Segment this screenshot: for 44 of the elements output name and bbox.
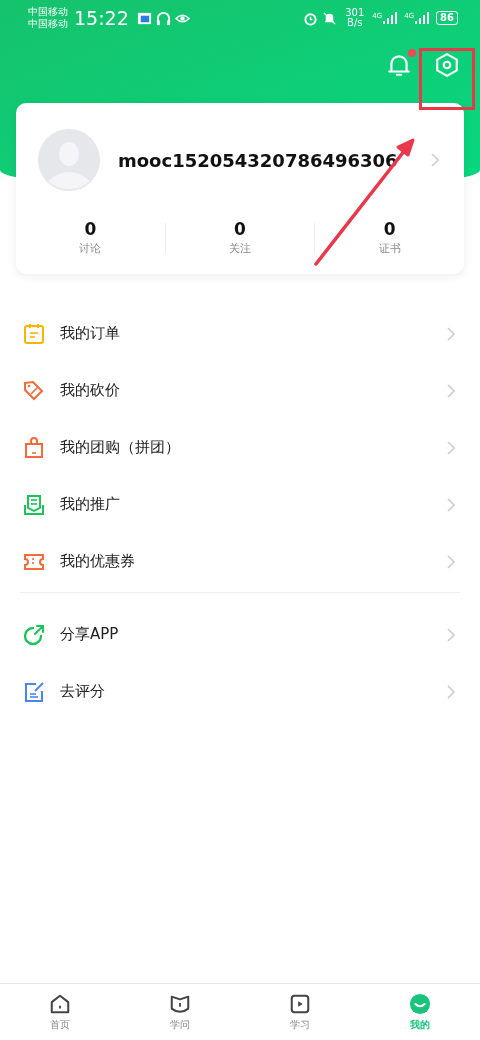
play-icon [289, 992, 311, 1015]
chevron-icon [446, 626, 456, 643]
profile-card[interactable]: mooc152054320786496306 0 讨论 0 关注 0 证书 [16, 103, 464, 274]
username: mooc152054320786496306 [118, 149, 399, 171]
menu-item[interactable]: 我的砍价 [0, 362, 480, 419]
menu-item[interactable]: 去评分 [0, 663, 480, 720]
home-icon [49, 992, 71, 1015]
menu-item[interactable]: 我的订单 [0, 305, 480, 362]
chevron-icon [446, 553, 456, 570]
status-time: 15:22 [74, 7, 129, 29]
nav-tab[interactable]: 学问 [120, 984, 240, 1040]
stat-count[interactable]: 0 [234, 219, 246, 239]
chevron-icon [446, 439, 456, 456]
stat-label: 证书 [378, 241, 401, 256]
signal-icon [415, 12, 430, 24]
speed-unit: B/s [347, 18, 363, 28]
stat-label: 关注 [229, 241, 251, 256]
alarm-icon [303, 10, 319, 26]
muted-bell-icon [322, 10, 338, 26]
nav-tab[interactable]: 学习 [240, 984, 360, 1040]
menu-item[interactable]: 分享APP [0, 606, 480, 663]
nav-tab[interactable]: 首页 [0, 984, 120, 1040]
chevron-icon [430, 152, 440, 168]
stat-count[interactable]: 0 [383, 219, 396, 239]
highlight-box [419, 48, 475, 110]
carrier-name: 中国移动 [28, 6, 68, 18]
smile-icon [409, 992, 431, 1015]
signal-icon [383, 12, 398, 24]
carrier-name: 中国移动 [28, 18, 68, 30]
menu-item[interactable]: 我的团购（拼团） [0, 419, 480, 476]
chevron-icon [446, 683, 456, 700]
menu-item[interactable]: 我的优惠券 [0, 533, 480, 590]
network-speed: 301 [345, 8, 365, 18]
stat-label: 讨论 [79, 241, 102, 256]
flag-icon [136, 10, 152, 26]
headphones-icon [155, 10, 171, 26]
settings-icon[interactable] [434, 52, 460, 78]
stat-count[interactable]: 0 [84, 219, 97, 239]
chevron-icon [446, 325, 456, 342]
avatar [38, 129, 100, 191]
chevron-icon [446, 496, 456, 513]
chevron-icon [446, 382, 456, 399]
menu-item[interactable]: 我的推广 [0, 476, 480, 533]
battery-level: 86 [436, 11, 458, 25]
